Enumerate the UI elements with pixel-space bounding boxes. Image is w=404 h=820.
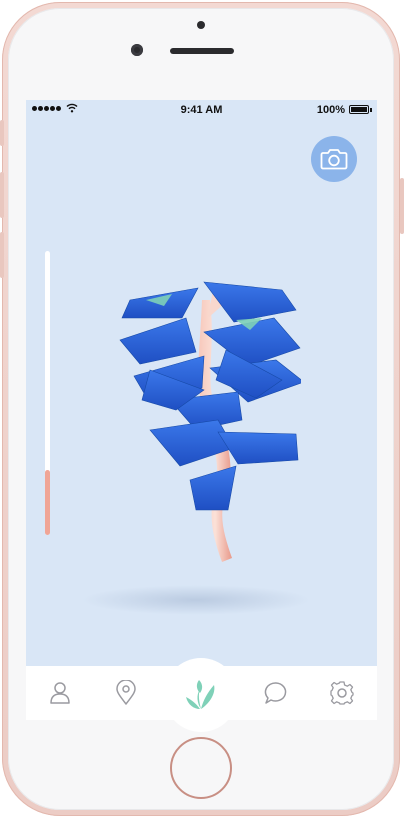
camera-icon: [320, 149, 348, 170]
battery-cap: [370, 108, 372, 112]
volume-down-button: [0, 232, 4, 278]
tab-bar: [26, 658, 377, 732]
user-icon: [50, 682, 70, 704]
front-camera: [131, 44, 143, 56]
status-bar: 9:41 AM 100%: [26, 100, 377, 120]
chat-bubble-icon: [264, 682, 287, 704]
home-button[interactable]: [170, 737, 232, 799]
tab-chat[interactable]: [251, 666, 301, 720]
tab-profile[interactable]: [35, 666, 85, 720]
tab-location[interactable]: [101, 666, 151, 720]
sprout-icon: [186, 680, 215, 709]
proximity-sensor: [197, 21, 205, 29]
growth-gauge-fill: [45, 469, 50, 535]
camera-button[interactable]: [311, 136, 357, 182]
volume-up-button: [0, 172, 4, 218]
battery-icon: [349, 105, 369, 114]
gear-icon: [330, 681, 354, 705]
plant-illustration: [119, 281, 301, 562]
tab-plant[interactable]: [164, 658, 238, 732]
mute-switch: [0, 120, 4, 146]
earpiece-speaker: [170, 48, 234, 54]
screen: 9:41 AM 100%: [26, 100, 377, 720]
plant-shadow: [81, 585, 311, 615]
power-button: [400, 178, 404, 234]
location-pin-icon: [116, 680, 136, 705]
battery-percentage: 100%: [316, 104, 345, 116]
growth-gauge: [45, 251, 50, 535]
tab-settings[interactable]: [317, 666, 367, 720]
